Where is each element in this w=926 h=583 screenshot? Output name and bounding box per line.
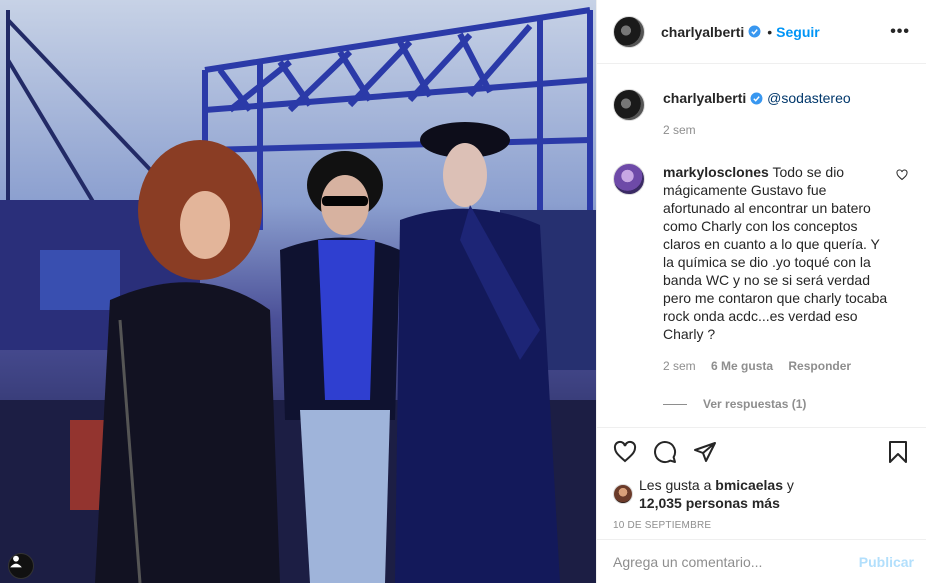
comment-icon[interactable] [653, 440, 677, 464]
comment-item: markylosclones Todo se dio mágicamente G… [613, 139, 910, 375]
likes-prefix: Les gusta a [639, 477, 712, 493]
comment-input[interactable] [613, 553, 859, 570]
comment-meta: 2 sem 6 Me gusta Responder [663, 357, 893, 375]
caption-time[interactable]: 2 sem [663, 123, 696, 137]
post-header: charlyalberti • Seguir ••• [597, 0, 926, 64]
author-avatar[interactable] [613, 89, 645, 121]
post-side-panel: charlyalberti • Seguir ••• charlyalberti… [596, 0, 926, 583]
heart-icon[interactable] [613, 440, 637, 464]
caption: charlyalberti @sodastereo 2 sem [613, 65, 910, 139]
view-replies-label: Ver respuestas (1) [703, 397, 807, 411]
verified-badge-icon [750, 92, 763, 105]
post-date[interactable]: 10 DE SEPTIEMBRE [613, 520, 910, 531]
post-actions: Les gusta a bmicaelas y 12,035 personas … [597, 427, 926, 531]
commenter-avatar[interactable] [613, 163, 645, 195]
publish-button[interactable]: Publicar [859, 554, 914, 570]
comment-body: markylosclones Todo se dio mágicamente G… [663, 163, 893, 375]
caption-meta: 2 sem [663, 121, 893, 139]
comment-username[interactable]: markylosclones [663, 164, 769, 180]
replies-line [663, 403, 687, 405]
caption-username[interactable]: charlyalberti [663, 90, 746, 106]
more-options-button[interactable]: ••• [890, 23, 910, 41]
caption-body: charlyalberti @sodastereo 2 sem [663, 89, 893, 139]
author-avatar[interactable] [613, 15, 645, 48]
comment-time[interactable]: 2 sem [663, 359, 696, 373]
tag-people-button[interactable] [8, 553, 34, 579]
likes-conjunction: y [786, 477, 794, 493]
liker-username[interactable]: bmicaelas [715, 477, 783, 493]
caption-mention[interactable]: @sodastereo [767, 90, 850, 106]
reply-button[interactable]: Responder [788, 359, 851, 373]
separator-dot: • [767, 23, 773, 40]
likes-count[interactable]: 12,035 personas más [639, 495, 780, 511]
likes-summary: Les gusta a bmicaelas y 12,035 personas … [613, 476, 910, 512]
follow-button[interactable]: Seguir [776, 24, 820, 40]
author-username[interactable]: charlyalberti [661, 24, 744, 40]
comment-likes[interactable]: 6 Me gusta [711, 359, 773, 373]
bookmark-icon[interactable] [886, 440, 910, 464]
action-icons [613, 428, 910, 476]
view-replies-button[interactable]: Ver respuestas (1) [663, 397, 910, 411]
band-photo-illustration [0, 0, 596, 583]
paper-plane-icon[interactable] [693, 440, 717, 464]
person-tag-icon [10, 555, 22, 568]
verified-badge-icon [748, 25, 761, 38]
comment-like-heart-icon[interactable] [896, 169, 908, 181]
likes-text: Les gusta a bmicaelas y 12,035 personas … [639, 476, 794, 512]
add-comment-bar: Publicar [597, 539, 926, 583]
post-photo[interactable] [0, 0, 596, 583]
comments-section[interactable]: charlyalberti @sodastereo 2 sem markylos… [597, 65, 926, 427]
liker-avatar[interactable] [613, 484, 633, 504]
comment-text: Todo se dio mágicamente Gustavo fue afor… [663, 164, 888, 342]
